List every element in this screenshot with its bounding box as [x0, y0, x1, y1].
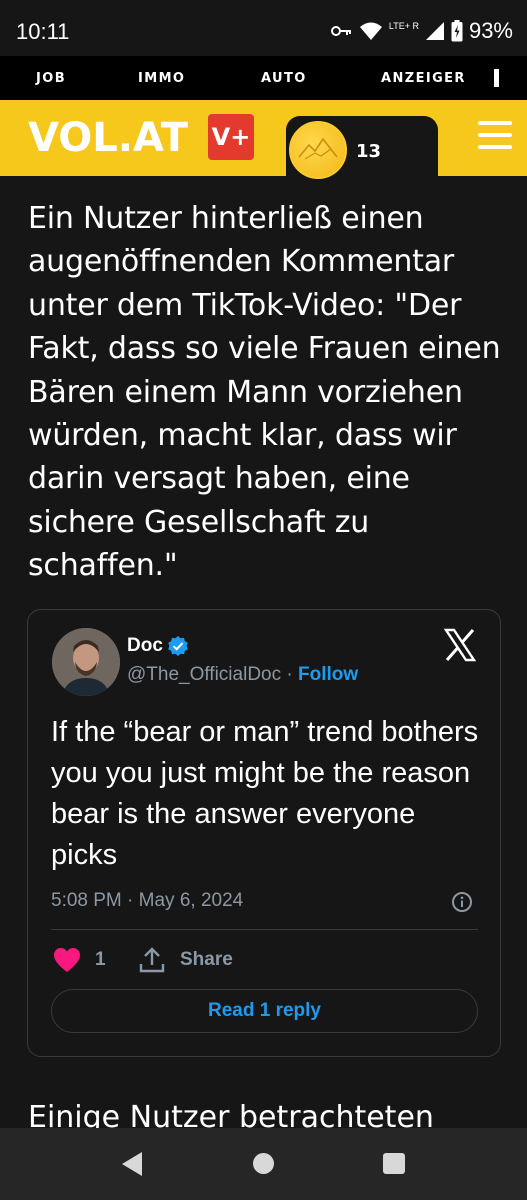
- author-handle-row: @The_OfficialDoc · Follow: [127, 664, 358, 686]
- author-avatar[interactable]: [52, 628, 120, 696]
- tweet-timestamp[interactable]: 5:08 PM · May 6, 2024: [51, 890, 243, 912]
- nav-item-immo[interactable]: IMMO: [138, 71, 185, 86]
- avatar-image: [52, 628, 120, 696]
- home-icon[interactable]: [253, 1153, 274, 1174]
- points-count: 13: [356, 141, 382, 162]
- status-time: 10:11: [16, 19, 70, 44]
- tweet-divider: [51, 929, 478, 930]
- share-button[interactable]: Share: [180, 949, 233, 971]
- network-type: LTE+ R: [388, 21, 419, 31]
- heart-icon[interactable]: [53, 947, 81, 973]
- menu-line: [478, 145, 512, 149]
- read-reply-button[interactable]: Read 1 reply: [51, 989, 478, 1033]
- verified-badge-icon: [168, 636, 188, 656]
- status-bar: 10:11 LTE+ R 93%: [0, 0, 527, 56]
- battery-percent: 93%: [468, 18, 513, 43]
- article-paragraph: Ein Nutzer hinterließ einen augenöffnend…: [28, 201, 501, 584]
- x-logo-icon[interactable]: [443, 628, 477, 662]
- recents-icon[interactable]: [383, 1153, 405, 1174]
- author-handle[interactable]: @The_OfficialDoc: [127, 664, 281, 685]
- menu-line: [478, 133, 512, 137]
- nav-item-auto[interactable]: AUTO: [261, 71, 307, 86]
- key-icon: [330, 26, 351, 36]
- menu-line: [478, 121, 512, 125]
- site-logo[interactable]: VOL.AT: [28, 115, 188, 161]
- info-icon[interactable]: [451, 891, 473, 913]
- hamburger-menu-button[interactable]: [478, 121, 512, 149]
- battery-icon: [451, 20, 463, 42]
- vplus-button[interactable]: V+: [208, 114, 254, 160]
- nav-item-anzeiger[interactable]: ANZEIGER: [381, 71, 466, 86]
- top-nav: JOB IMMO AUTO ANZEIGER: [0, 56, 527, 100]
- follow-button[interactable]: Follow: [298, 664, 358, 685]
- like-count[interactable]: 1: [95, 949, 106, 971]
- mountain-icon: [298, 137, 338, 160]
- tweet-text: If the “bear or man” trend bothers you y…: [51, 716, 479, 871]
- nav-item-job[interactable]: JOB: [36, 71, 66, 86]
- signal-icon: [425, 22, 444, 40]
- share-icon[interactable]: [139, 946, 165, 974]
- handle-separator: ·: [286, 664, 293, 685]
- back-icon[interactable]: [120, 1151, 144, 1177]
- nav-scroll-indicator: [494, 69, 499, 87]
- author-name[interactable]: Doc: [127, 635, 163, 657]
- mountain-coin-icon: [289, 121, 347, 179]
- status-icons: LTE+ R 93%: [330, 18, 513, 44]
- wifi-icon: [359, 22, 382, 40]
